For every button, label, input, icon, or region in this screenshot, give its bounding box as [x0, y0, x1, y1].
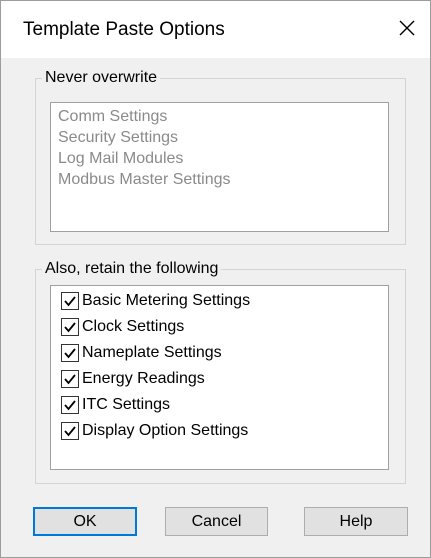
checkbox-checked[interactable] [61, 292, 79, 310]
never-overwrite-label: Never overwrite [42, 69, 161, 87]
checkbox-nameplate[interactable]: Nameplate Settings [61, 343, 222, 363]
template-paste-options-dialog: Template Paste Options Never overwrite C… [0, 0, 431, 558]
checkbox-clock[interactable]: Clock Settings [61, 317, 184, 337]
list-item: Comm Settings [58, 108, 168, 125]
list-item: Security Settings [58, 129, 179, 146]
checkmark-icon [64, 348, 76, 359]
checkbox-itc[interactable]: ITC Settings [61, 395, 170, 415]
checkbox-label: Basic Metering Settings [82, 292, 251, 309]
checkmark-icon [64, 296, 76, 307]
checkbox-checked[interactable] [61, 344, 79, 362]
checkbox-basic-metering[interactable]: Basic Metering Settings [61, 291, 250, 311]
checkbox-label: ITC Settings [82, 396, 171, 413]
cancel-button[interactable]: Cancel [165, 507, 268, 536]
checkbox-label: Nameplate Settings [82, 344, 222, 361]
dialog-title: Template Paste Options [23, 19, 225, 40]
checkbox-energy-readings[interactable]: Energy Readings [61, 369, 205, 389]
never-overwrite-list[interactable]: Comm Settings Security Settings Log Mail… [50, 102, 389, 232]
retain-list: Basic Metering Settings Clock Settings N… [50, 285, 389, 470]
never-overwrite-group: Never overwrite Comm Settings Security S… [35, 69, 406, 245]
checkbox-display-option[interactable]: Display Option Settings [61, 421, 248, 441]
checkbox-label: Display Option Settings [82, 422, 249, 439]
retain-group: Also, retain the following Basic Meterin… [35, 260, 406, 484]
checkmark-icon [64, 426, 76, 437]
checkmark-icon [64, 400, 76, 411]
retain-label: Also, retain the following [42, 260, 222, 278]
close-icon [399, 20, 415, 36]
list-item: Modbus Master Settings [58, 171, 231, 188]
ok-button[interactable]: OK [33, 507, 137, 536]
title-bar: Template Paste Options [1, 1, 430, 58]
checkmark-icon [64, 322, 76, 333]
help-button[interactable]: Help [304, 507, 408, 536]
checkbox-checked[interactable] [61, 318, 79, 336]
checkbox-label: Clock Settings [82, 318, 185, 335]
list-item: Log Mail Modules [58, 150, 184, 167]
checkbox-checked[interactable] [61, 422, 79, 440]
close-button[interactable] [394, 15, 420, 41]
checkbox-checked[interactable] [61, 370, 79, 388]
checkbox-label: Energy Readings [82, 370, 205, 387]
checkbox-checked[interactable] [61, 396, 79, 414]
checkmark-icon [64, 374, 76, 385]
